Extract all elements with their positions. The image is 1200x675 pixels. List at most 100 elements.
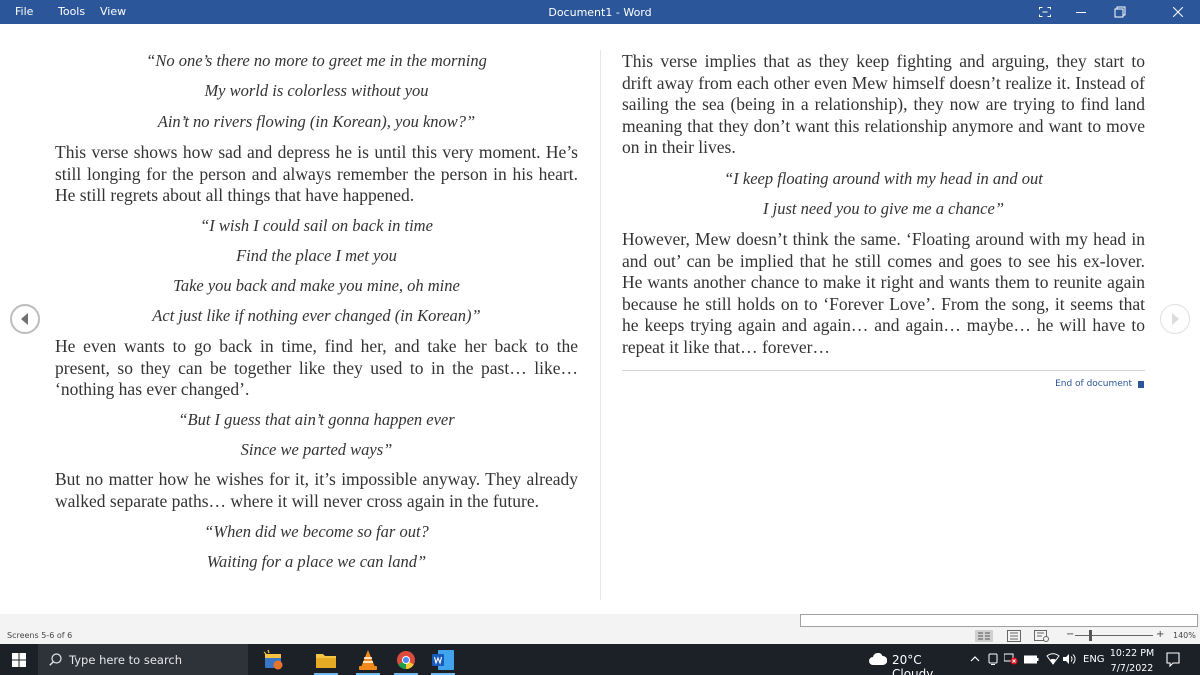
zoom-slider[interactable] [1075,635,1153,636]
web-layout-button[interactable] [1032,629,1052,643]
paragraph-line: ‘nothing has ever changed’. [55,379,250,399]
paragraph-line: still longing for the person and always … [55,163,578,184]
paragraph-line: present, so they can be together like th… [55,357,578,378]
menu-view[interactable]: View [100,0,126,24]
close-button[interactable] [1163,0,1193,24]
status-bar: Screens 5-6 of 6 − + 140% [0,628,1200,644]
clock-time: 10:22 PM [1109,648,1155,659]
horizontal-scrollbar[interactable] [800,614,1198,627]
folder-icon [316,653,336,668]
verse-line: Find the place I met you [236,246,397,265]
speaker-icon[interactable] [1062,653,1077,665]
paragraph-line: repeat it like that… forever… [622,336,830,357]
verse-line: Take you back and make you mine, oh mine [173,276,460,295]
zoom-slider-thumb[interactable] [1089,630,1093,641]
verse-line: Act just like if nothing ever changed (i… [152,306,481,325]
menu-file[interactable]: File [15,0,33,24]
taskbar-app-calendar[interactable] [254,644,292,675]
restore-icon [1114,6,1126,18]
chrome-icon [397,650,415,669]
paragraph-line: He still regrets about all things that h… [55,185,415,205]
restore-button[interactable] [1105,0,1135,24]
clock[interactable]: 10:22 PM 7/7/2022 [1107,646,1157,675]
input-language[interactable]: ENG [1083,654,1105,665]
clock-date: 7/7/2022 [1110,663,1154,674]
zoom-in-button[interactable]: + [1156,629,1164,640]
paragraph: But no matter how he wishes for it, it’s… [55,469,578,512]
weather-widget[interactable]: 20°C Cloudy [868,644,960,675]
taskbar-app-chrome[interactable] [387,644,425,675]
notification-icon[interactable] [1166,652,1180,667]
read-mode-button[interactable] [974,629,994,643]
paragraph-line: He wants another chance to make it right… [622,272,1145,292]
paragraph-line: However, Mew doesn’t think the same. ‘Fl… [622,229,1145,249]
paragraph-line: This verse implies that as they keep fig… [622,51,1145,71]
previous-screen-button[interactable] [10,304,40,334]
paragraph-line: he keeps trying again and again… and aga… [622,315,1145,335]
verse-line: Waiting for a place we can land” [206,552,427,571]
chevron-up-icon[interactable] [970,653,980,665]
taskbar-app-word[interactable] [424,644,462,675]
read-mode-icon [975,630,993,642]
document-name: Document1 [548,6,613,19]
paragraph-line: on in their lives. [622,137,736,157]
taskbar-app-file-explorer[interactable] [307,644,345,675]
taskbar: Type here to search 20°C Cloudy ENG 10:2… [0,644,1200,675]
print-layout-button[interactable] [1004,629,1024,643]
web-layout-icon [1034,630,1049,642]
word-icon [432,649,454,670]
paragraph: This verse shows how sad and depress he … [55,142,578,207]
page-divider [600,50,601,600]
minimize-icon [1076,12,1086,13]
arrow-left-icon [21,313,28,325]
print-layout-icon [1007,630,1021,642]
paragraph: He even wants to go back in time, find h… [55,336,578,401]
paragraph: However, Mew doesn’t think the same. ‘Fl… [622,229,1145,358]
next-screen-button[interactable] [1160,304,1190,334]
cloud-icon [869,653,887,665]
start-button[interactable] [0,644,38,675]
verse-line: “I keep floating around with my head in … [724,169,1043,188]
arrow-right-icon [1172,313,1179,325]
device-icon[interactable] [988,653,998,665]
zoom-level[interactable]: 140% [1173,631,1196,640]
focus-mode-button[interactable] [1030,0,1060,24]
verse-line: “I wish I could sail on back in time [200,216,433,235]
verse-line: “No one’s there no more to greet me in t… [146,51,487,70]
verse-line: Since we parted ways” [240,440,393,459]
minimize-button[interactable] [1066,0,1096,24]
verse-line: I just need you to give me a chance” [762,199,1004,218]
search-placeholder: Type here to search [69,653,183,667]
paragraph-line: drift away from each other even Mew hims… [622,72,1145,93]
calendar-app-icon [263,649,283,669]
paragraph-line: sailing the sea (being in a relationship… [622,94,1145,114]
paragraph-line: But no matter how he wishes for it, it’s… [55,469,578,489]
end-of-document-label: End of document [1055,379,1132,389]
verse-line: “When did we become so far out? [204,522,429,541]
left-page: “No one’s there no more to greet me in t… [55,24,578,614]
menu-tools[interactable]: Tools [58,0,85,24]
verse-line: Ain’t no rivers flowing (in Korean), you… [157,112,476,131]
verse-line: My world is colorless without you [204,81,429,100]
network-error-icon[interactable] [1004,653,1018,665]
title-separator: - [615,6,620,19]
end-of-document-rule [622,370,1145,371]
paragraph-line: and out’ can be implied that he still co… [622,250,1145,271]
taskbar-app-vlc[interactable] [349,644,387,675]
battery-icon[interactable] [1024,653,1039,665]
zoom-out-button[interactable]: − [1066,629,1074,640]
paragraph-line: He even wants to go back in time, find h… [55,336,578,356]
weather-text: 20°C Cloudy [892,653,934,675]
focus-mode-icon [1039,7,1051,17]
title-bar: File Tools View Document1 - Word [0,0,1200,24]
taskbar-search-box[interactable]: Type here to search [38,644,248,675]
wifi-icon[interactable] [1046,653,1060,665]
close-icon [1173,7,1183,17]
app-name: Word [623,6,652,19]
window-title: Document1 - Word [480,0,720,24]
right-page: This verse implies that as they keep fig… [622,24,1145,614]
paragraph-line: meaning that they don’t want this relati… [622,115,1145,136]
vlc-icon [359,649,377,670]
windows-logo-icon [12,653,26,667]
verse-line: “But I guess that ain’t gonna happen eve… [178,410,455,429]
